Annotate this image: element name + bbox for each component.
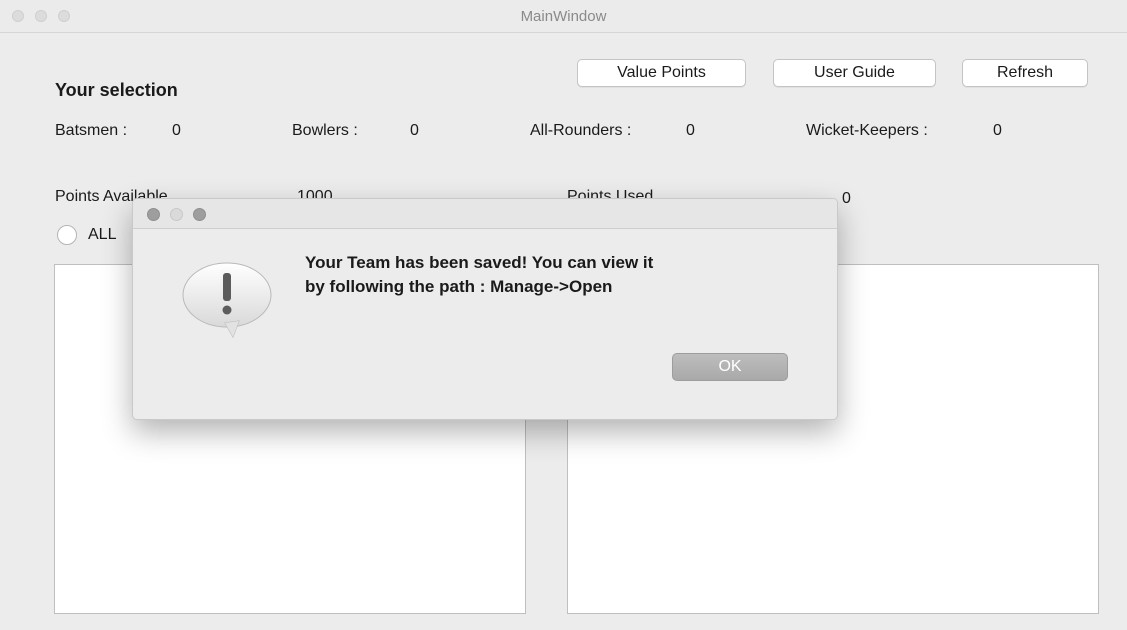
wicketkeepers-count: 0 bbox=[993, 122, 1002, 139]
all-filter-label: ALL bbox=[88, 226, 117, 243]
dialog-message-line2: by following the path : Manage->Open bbox=[305, 277, 613, 296]
dialog-zoom-button[interactable] bbox=[193, 208, 206, 221]
dialog-message-line1: Your Team has been saved! You can view i… bbox=[305, 253, 654, 272]
dialog-message: Your Team has been saved! You can view i… bbox=[305, 251, 805, 299]
dialog-minimize-button[interactable] bbox=[170, 208, 183, 221]
dialog-titlebar bbox=[133, 199, 837, 229]
main-window: MainWindow Value Points User Guide Refre… bbox=[0, 0, 1127, 630]
window-title: MainWindow bbox=[520, 8, 607, 25]
points-used-value: 0 bbox=[842, 190, 851, 207]
team-saved-dialog: Your Team has been saved! You can view i… bbox=[132, 198, 838, 420]
bowlers-count: 0 bbox=[410, 122, 419, 139]
batsmen-count: 0 bbox=[172, 122, 181, 139]
allrounders-label: All-Rounders : bbox=[530, 122, 632, 139]
dialog-close-button[interactable] bbox=[147, 208, 160, 221]
user-guide-button[interactable]: User Guide bbox=[773, 59, 936, 87]
wicketkeepers-label: Wicket-Keepers : bbox=[806, 122, 928, 139]
warning-exclamation-icon bbox=[182, 262, 272, 339]
allrounders-count: 0 bbox=[686, 122, 695, 139]
ok-button[interactable]: OK bbox=[672, 353, 788, 381]
batsmen-label: Batsmen : bbox=[55, 122, 128, 139]
bowlers-label: Bowlers : bbox=[292, 122, 358, 139]
window-titlebar: MainWindow bbox=[0, 0, 1127, 33]
refresh-button[interactable]: Refresh bbox=[962, 59, 1088, 87]
selection-heading: Your selection bbox=[55, 80, 178, 100]
all-filter-radio[interactable] bbox=[57, 225, 77, 245]
value-points-button[interactable]: Value Points bbox=[577, 59, 746, 87]
